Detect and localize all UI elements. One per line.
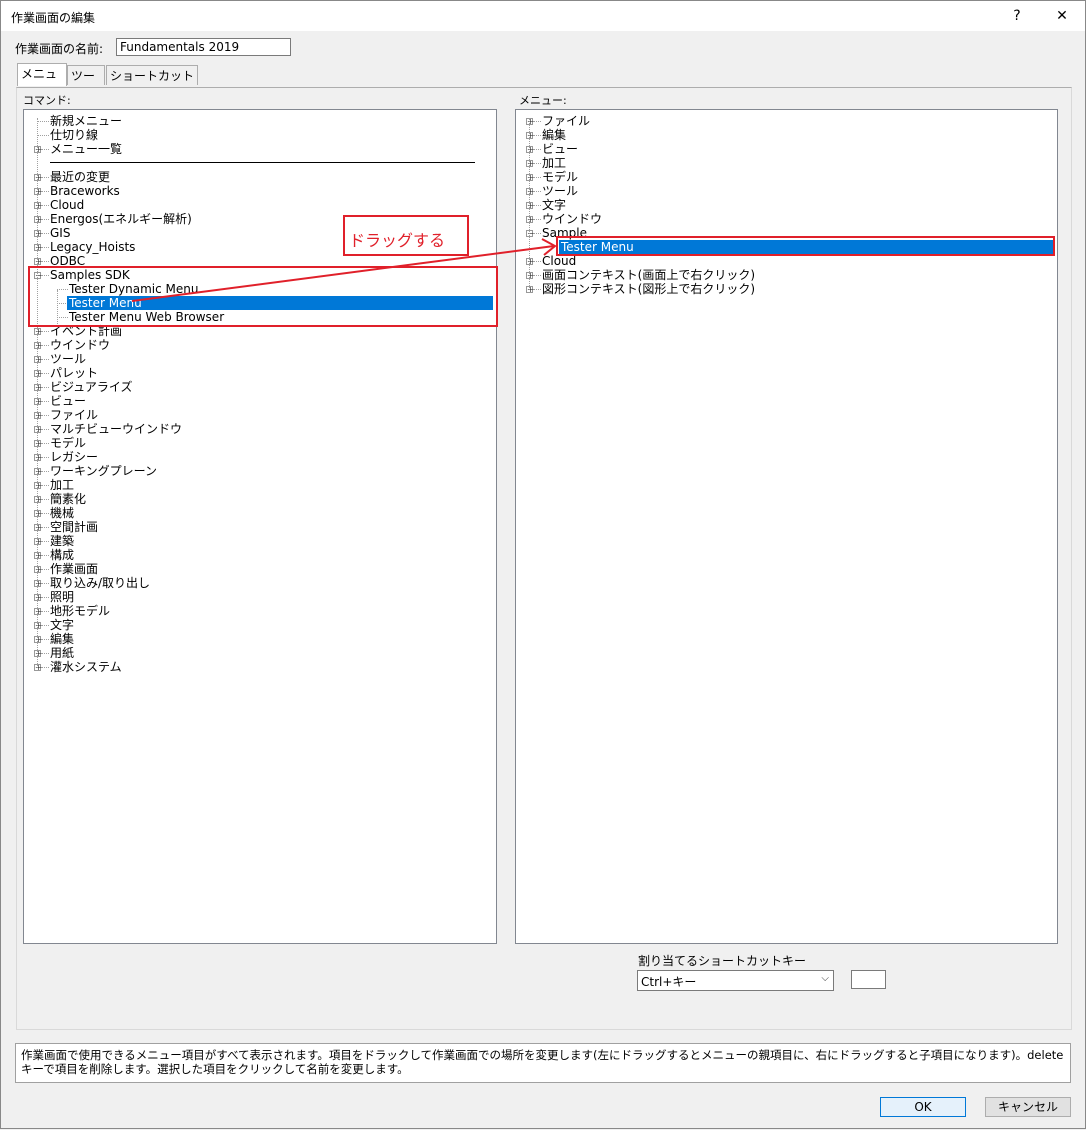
status-text: 作業画面で使用できるメニュー項目がすべて表示されます。項目をドラックして作業画面… xyxy=(15,1043,1071,1083)
shortcut-select-value: Ctrl+キー xyxy=(641,975,697,989)
chevron-down-icon: ⌵ xyxy=(821,973,829,984)
dialog-window: 作業画面の編集 ? ✕ 作業画面の名前: Fundamentals 2019 メ… xyxy=(0,0,1086,1129)
shortcut-label: 割り当てるショートカットキー xyxy=(638,954,807,968)
shortcut-modifier-select[interactable]: Ctrl+キー ⌵ xyxy=(637,970,834,991)
cancel-button[interactable]: キャンセル xyxy=(985,1097,1071,1117)
ok-button[interactable]: OK xyxy=(880,1097,966,1117)
shortcut-key-input[interactable] xyxy=(851,970,886,989)
drag-arrow xyxy=(131,238,557,302)
